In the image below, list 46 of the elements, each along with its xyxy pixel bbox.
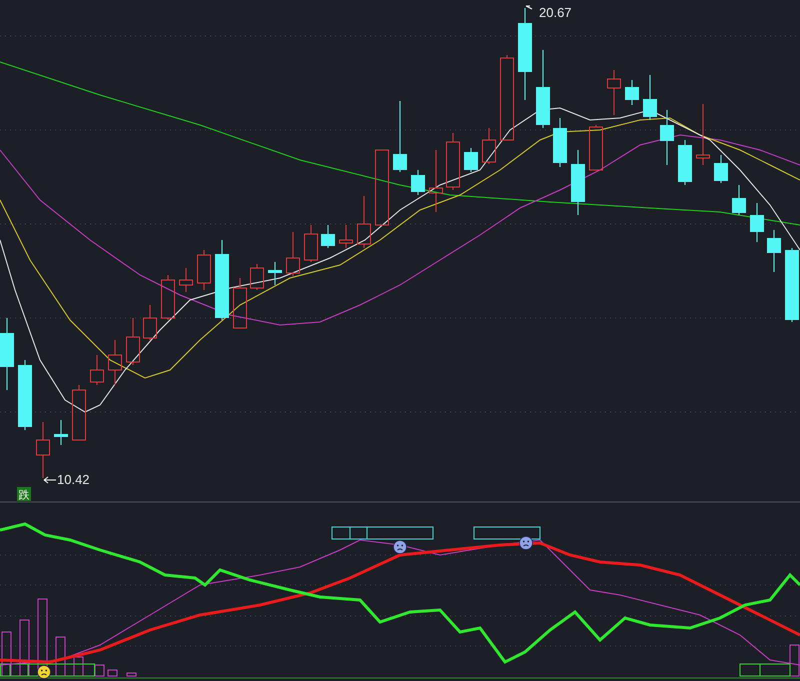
candlestick [714,154,728,184]
candlestick [197,250,211,290]
sad-face-icon [37,665,51,679]
candlestick [304,224,318,262]
candlestick [108,340,122,386]
candlestick [357,196,371,248]
candlestick [54,420,68,446]
low-price-label: 10.42 [57,472,90,487]
candlestick [571,150,585,216]
sad-face-icon [519,536,533,550]
candlestick [446,132,460,190]
candlestick [589,124,603,170]
candlestick [643,74,657,120]
candlestick [393,100,407,172]
candlestick [464,148,478,172]
flag-icon [526,6,532,10]
signal-badge: 跌 [17,487,31,502]
candlestick [250,264,264,290]
candlestick [750,202,764,242]
candlestick [678,140,692,186]
candlestick [482,128,496,164]
candlestick [696,104,710,166]
high-price-label: 20.67 [539,5,572,20]
candlestick [18,360,32,430]
candlestick [126,318,140,366]
candlestick [268,262,282,286]
candlestick [36,422,50,478]
candlestick [411,170,425,196]
candlestick [429,150,443,212]
candlestick [233,278,247,328]
arrow-icon [44,476,56,484]
candlestick [553,118,567,168]
candlestick [143,304,157,340]
candlestick [321,224,335,248]
candlestick [286,232,300,276]
candlestick [625,80,639,106]
candlestick [767,230,781,272]
candlestick [732,184,746,216]
candlestick [90,354,104,386]
candlestick [161,274,175,320]
candlestick [339,224,353,248]
candlestick [179,268,193,292]
candlestick [660,110,674,166]
sad-face-icon [393,540,407,554]
candlestick [607,70,621,116]
candlestick [72,384,86,440]
